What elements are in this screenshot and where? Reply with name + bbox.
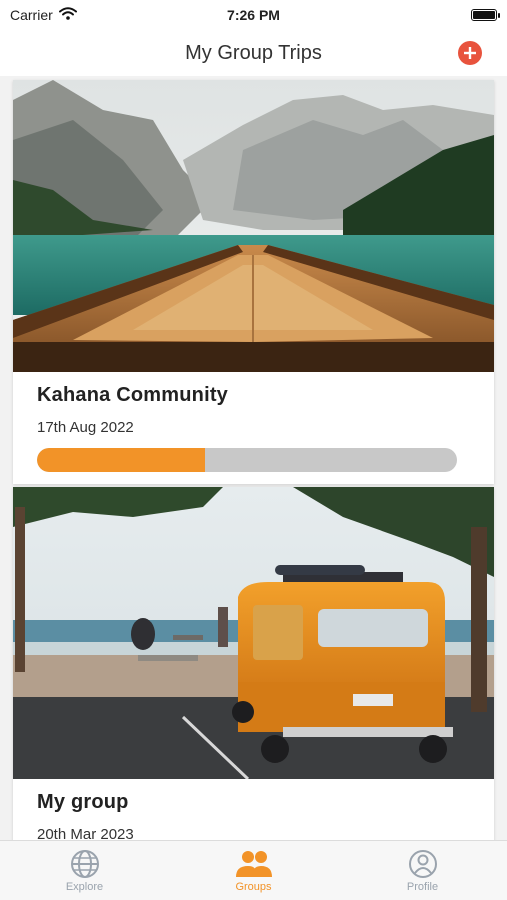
mountain-lake-boat-photo: [13, 80, 494, 372]
add-trip-button[interactable]: [458, 41, 482, 65]
user-circle-icon: [408, 850, 437, 878]
globe-icon: [70, 850, 99, 878]
tab-label: Explore: [65, 881, 104, 893]
trip-card[interactable]: Kahana Community 17th Aug 2022: [13, 80, 494, 484]
tab-explore[interactable]: Explore: [35, 849, 135, 893]
tab-label: Groups: [235, 881, 272, 893]
trip-feed[interactable]: Kahana Community 17th Aug 2022 My group …: [0, 76, 507, 840]
page-title: My Group Trips: [185, 41, 322, 64]
status-left: Carrier: [10, 7, 77, 23]
tab-bar: Explore Groups Profile: [0, 840, 507, 900]
battery-icon: [471, 9, 500, 21]
trip-title: My group: [37, 791, 129, 813]
tab-profile[interactable]: Profile: [373, 849, 473, 893]
users-icon: [235, 851, 272, 877]
trip-progress-fill: [37, 448, 205, 472]
plus-circle-icon: [464, 47, 476, 59]
trip-card-body: Kahana Community 17th Aug 2022: [13, 372, 494, 472]
orange-van-beach-photo: [13, 487, 494, 779]
tab-label: Profile: [406, 881, 439, 893]
wifi-icon: [58, 7, 77, 23]
trip-card-body: My group 20th Mar 2023: [13, 779, 494, 840]
nav-header: My Group Trips: [0, 30, 507, 76]
trip-progress-bar: [37, 448, 457, 472]
tab-groups[interactable]: Groups: [204, 849, 304, 893]
trip-date: 17th Aug 2022: [37, 419, 134, 436]
status-bar: Carrier 7:26 PM: [0, 0, 507, 30]
trip-date: 20th Mar 2023: [37, 826, 134, 840]
carrier-label: Carrier: [10, 7, 53, 23]
trip-title: Kahana Community: [37, 384, 229, 406]
trip-card[interactable]: My group 20th Mar 2023: [13, 487, 494, 840]
